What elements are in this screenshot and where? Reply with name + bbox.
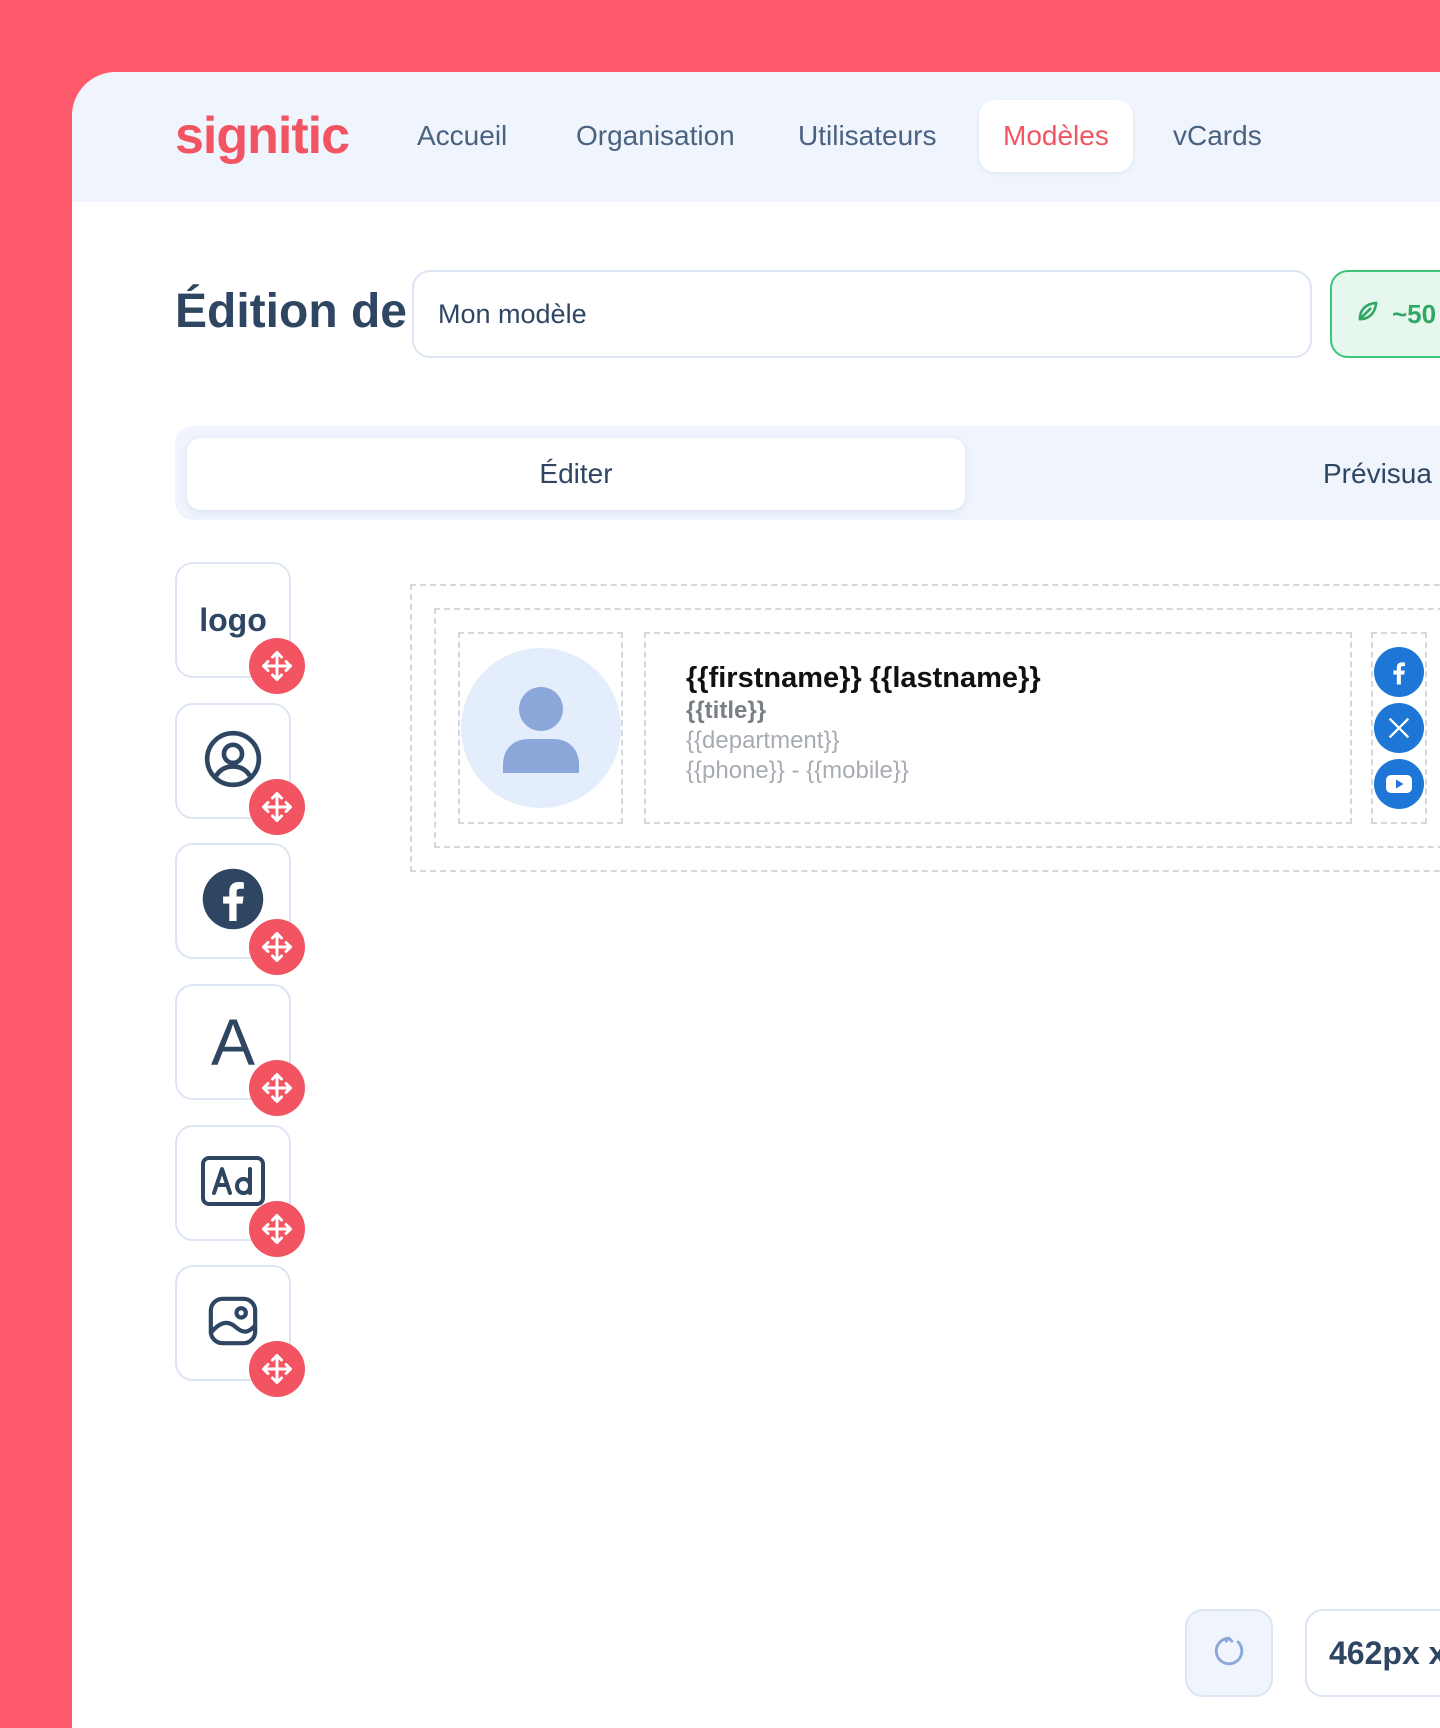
signature-department: {{department}} [686, 727, 840, 754]
tab-editer[interactable]: Éditer [187, 438, 965, 510]
top-navigation-bar: signitic Accueil Organisation Utilisateu… [72, 72, 1440, 202]
editor-tabs: Éditer Prévisua [175, 426, 1440, 520]
signature-social-cell[interactable] [1371, 632, 1427, 824]
facebook-icon[interactable] [1374, 647, 1424, 697]
tool-image[interactable] [175, 1265, 305, 1397]
user-icon [502, 687, 579, 773]
tool-text[interactable]: A [175, 984, 305, 1116]
signitic-logo[interactable]: signitic [175, 106, 350, 166]
tool-facebook[interactable] [175, 843, 305, 975]
tool-ad[interactable] [175, 1125, 305, 1257]
logo-tool-label: logo [199, 601, 267, 638]
user-circle-icon [202, 728, 264, 795]
move-icon[interactable] [249, 1201, 305, 1257]
signature-title: {{title}} [686, 697, 767, 724]
move-icon[interactable] [249, 779, 305, 835]
template-name-input[interactable] [412, 270, 1312, 358]
nav-item-organisation[interactable]: Organisation [576, 100, 735, 172]
refresh-icon [1212, 1634, 1246, 1673]
signature-avatar-cell[interactable] [458, 632, 623, 824]
reset-button[interactable] [1185, 1609, 1273, 1697]
nav-item-accueil[interactable]: Accueil [417, 100, 507, 172]
nav-item-utilisateurs[interactable]: Utilisateurs [798, 100, 936, 172]
text-icon: A [210, 1005, 256, 1079]
x-icon[interactable] [1374, 703, 1424, 753]
move-icon[interactable] [249, 638, 305, 694]
signature-text-cell[interactable]: {{firstname}} {{lastname}} {{title}} {{d… [644, 632, 1352, 824]
avatar-placeholder [460, 648, 621, 808]
canvas-size-indicator[interactable]: 462px x [1305, 1609, 1440, 1697]
tool-logo[interactable]: logo [175, 562, 305, 694]
tab-previsualiser[interactable]: Prévisua [1323, 438, 1432, 510]
image-icon [205, 1293, 261, 1354]
signature-name: {{firstname}} {{lastname}} [686, 662, 1041, 694]
facebook-icon [200, 866, 266, 937]
youtube-icon[interactable] [1374, 759, 1424, 809]
app-window: signitic Accueil Organisation Utilisateu… [72, 72, 1440, 1728]
nav-item-modeles[interactable]: Modèles [979, 100, 1133, 172]
leaf-icon [1354, 297, 1382, 332]
move-icon[interactable] [249, 919, 305, 975]
ad-icon [200, 1155, 266, 1212]
signature-phone: {{phone}} - {{mobile}} [686, 757, 909, 784]
move-icon[interactable] [249, 1341, 305, 1397]
tool-avatar[interactable] [175, 703, 305, 835]
eco-badge-value: ~50 [1392, 298, 1437, 329]
eco-badge[interactable]: ~50 [1330, 270, 1440, 358]
move-icon[interactable] [249, 1060, 305, 1116]
page-title: Édition de [175, 285, 407, 338]
nav-item-vcards[interactable]: vCards [1173, 100, 1262, 172]
